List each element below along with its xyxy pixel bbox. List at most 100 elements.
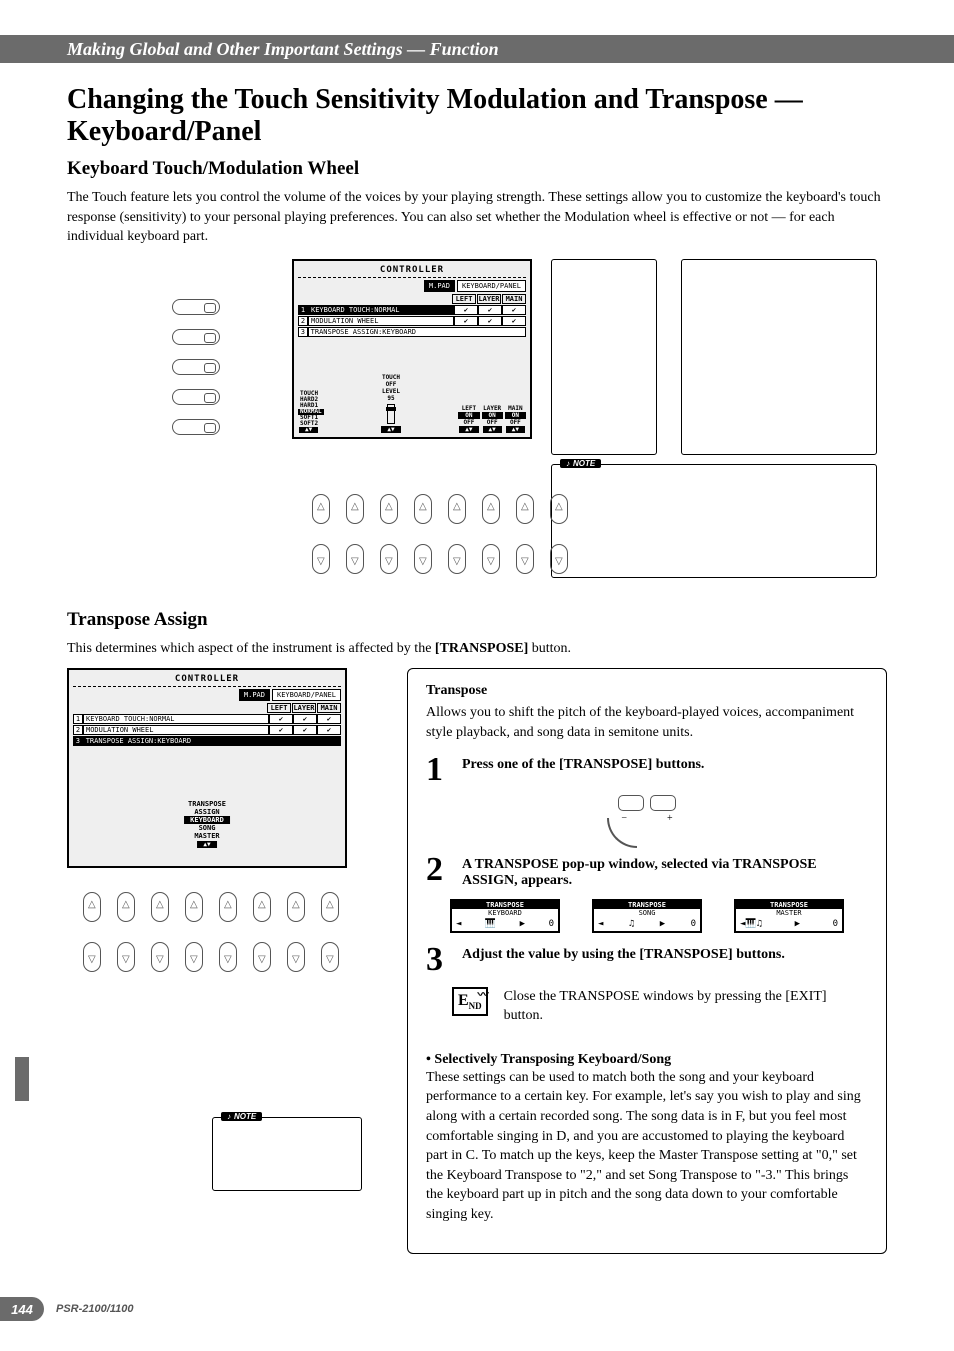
page-title: Changing the Touch Sensitivity Modulatio… [67, 84, 887, 148]
arrow-up-icon [516, 494, 534, 524]
lcd-col-left: LEFT [267, 703, 291, 713]
step-number: 2 [426, 853, 450, 889]
side-button [172, 299, 220, 315]
check-icon: ✔ [269, 714, 293, 724]
lcd-row-transpose: TRANSPOSE ASSIGN:KEYBOARD [308, 327, 526, 337]
arrow-up-icon [380, 494, 398, 524]
arrow-down-icon [516, 544, 534, 574]
lcd-tab-mpad: M.PAD [424, 280, 455, 292]
controller-diagram-1: CONTROLLER M.PAD KEYBOARD/PANEL LEFT LAY… [67, 259, 887, 579]
lcd-row-keyboard-touch: KEYBOARD TOUCH:NORMAL [83, 714, 269, 724]
page-footer: 144 PSR-2100/1100 [0, 1297, 954, 1321]
lcd-row-keyboard-touch: KEYBOARD TOUCH:NORMAL [308, 305, 454, 315]
touch-sensitivity-list: TOUCH HARD2 HARD1 NORMAL SOFT1 SOFT2 ▲▼ [298, 391, 324, 433]
section-subtitle: Keyboard Touch/Modulation Wheel [67, 158, 887, 180]
updown-icon: ▲▼ [381, 426, 400, 433]
note-badge: NOTE [221, 1112, 262, 1121]
panel-updown-buttons [83, 892, 377, 972]
arrow-up-icon [312, 494, 330, 524]
lcd-row-modulation: MODULATION WHEEL [83, 725, 269, 735]
popup-master: TRANSPOSE MASTER ◄🎹♫▶0 [734, 899, 844, 933]
step-2: 2 A TRANSPOSE pop-up window, selected vi… [426, 853, 868, 889]
updown-icon: ▲▼ [299, 427, 318, 433]
arrow-down-icon [219, 942, 237, 972]
check-icon: ✔ [454, 316, 478, 326]
arrow-up-icon [550, 494, 568, 524]
note-callout-2: NOTE [551, 464, 877, 578]
arrow-down-icon [448, 544, 466, 574]
intro-paragraph: This determines which aspect of the inst… [67, 639, 887, 659]
transpose-popups: TRANSPOSE KEYBOARD ◄🎹▶0 TRANSPOSE SONG ◄… [426, 899, 868, 933]
side-button [172, 419, 220, 435]
part-toggles: LEFT ON OFF ▲▼ LAYER ON OFF ▲▼ MAIN ON [458, 405, 526, 433]
arrow-down-icon [346, 544, 364, 574]
lcd-col-main: MAIN [317, 703, 341, 713]
arrow-down-icon [83, 942, 101, 972]
panel-updown-buttons [312, 494, 568, 574]
model-label: PSR-2100/1100 [56, 1303, 133, 1315]
arrow-up-icon [83, 892, 101, 922]
arrow-down-icon [482, 544, 500, 574]
check-icon: ✔ [317, 714, 341, 724]
example-text: These settings can be used to match both… [426, 1068, 868, 1225]
arrow-up-icon [151, 892, 169, 922]
arrow-up-icon [117, 892, 135, 922]
lcd-row-num: 2 [298, 316, 308, 326]
note-badge: NOTE [560, 459, 601, 468]
transpose-info-box: Transpose Allows you to shift the pitch … [407, 668, 887, 1253]
example-heading: • Selectively Transposing Keyboard/Song [426, 1052, 868, 1068]
arrow-down-icon [253, 942, 271, 972]
arrow-up-icon [321, 892, 339, 922]
box-desc: Allows you to shift the pitch of the key… [426, 703, 868, 742]
check-icon: ✔ [502, 316, 526, 326]
updown-icon: ▲▼ [197, 841, 216, 848]
lcd-col-layer: LAYER [477, 294, 501, 304]
end-icon: END〰 [452, 987, 488, 1016]
arrow-down-icon [414, 544, 432, 574]
step-3: 3 Adjust the value by using the [TRANSPO… [426, 943, 868, 977]
lcd-row-num: 1 [298, 305, 308, 315]
lcd-col-layer: LAYER [292, 703, 316, 713]
page-side-tab [15, 1057, 29, 1101]
popup-keyboard: TRANSPOSE KEYBOARD ◄🎹▶0 [450, 899, 560, 933]
arrow-down-icon [287, 942, 305, 972]
check-icon: ✔ [454, 305, 478, 315]
lcd-tab-mpad: M.PAD [239, 689, 270, 701]
check-icon: ✔ [478, 316, 502, 326]
lcd-col-left: LEFT [452, 294, 476, 304]
transpose-assign-list: TRANSPOSE ASSIGN KEYBOARD SONG MASTER ▲▼ [184, 800, 230, 848]
lcd-tab-keyboard-panel: KEYBOARD/PANEL [272, 689, 341, 701]
side-button [172, 389, 220, 405]
updown-icon: ▲▼ [483, 426, 502, 433]
note-callout-4: NOTE [212, 1117, 362, 1191]
check-icon: ✔ [502, 305, 526, 315]
side-button [172, 359, 220, 375]
lcd-row-num: 3 [298, 327, 308, 337]
end-text: Close the TRANSPOSE windows by pressing … [504, 987, 868, 1026]
check-icon: ✔ [293, 725, 317, 735]
touch-off-level: TOUCH OFF LEVEL 95 ▲▼ [380, 374, 401, 433]
popup-song: TRANSPOSE SONG ◄♫▶0 [592, 899, 702, 933]
transpose-buttons-illustration: −+ [612, 795, 682, 843]
side-button [172, 329, 220, 345]
note-callout-3 [681, 259, 877, 455]
lcd-tab-keyboard-panel: KEYBOARD/PANEL [457, 280, 526, 292]
page-content: Changing the Touch Sensitivity Modulatio… [67, 80, 887, 1254]
updown-icon: ▲▼ [506, 426, 525, 433]
lcd-screen-transpose: CONTROLLER M.PAD KEYBOARD/PANEL LEFT LAY… [67, 668, 347, 868]
arrow-down-icon [550, 544, 568, 574]
step-1: 1 Press one of the [TRANSPOSE] buttons. [426, 753, 868, 787]
arrow-down-icon [380, 544, 398, 574]
arrow-up-icon [448, 494, 466, 524]
arrow-up-icon [185, 892, 203, 922]
lcd-row-transpose: TRANSPOSE ASSIGN:KEYBOARD [83, 736, 341, 746]
side-buttons-left [172, 299, 220, 435]
arrow-up-icon [219, 892, 237, 922]
section-subtitle: Transpose Assign [67, 609, 887, 631]
note-callout-1 [551, 259, 657, 455]
check-icon: ✔ [478, 305, 502, 315]
arrow-down-icon [185, 942, 203, 972]
page-number: 144 [0, 1297, 44, 1321]
box-heading: Transpose [426, 683, 868, 699]
arrow-down-icon [321, 942, 339, 972]
